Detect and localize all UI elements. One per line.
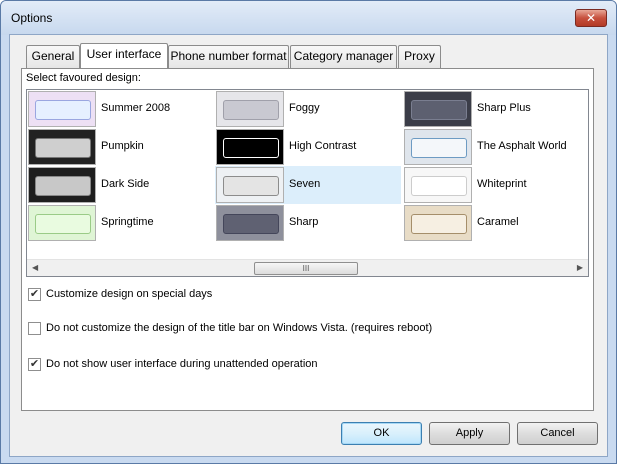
option-unattended[interactable]: ✔ Do not show user interface during unat…: [28, 356, 318, 372]
user-interface-panel: Select favoured design: Summer 2008 Fogg…: [21, 68, 594, 411]
tab-user-interface[interactable]: User interface: [80, 43, 168, 69]
scroll-left-icon[interactable]: ◀: [32, 263, 38, 272]
design-label: Sharp Plus: [477, 102, 531, 114]
design-thumbnail: [216, 129, 284, 165]
design-thumbnail: [404, 167, 472, 203]
design-thumbnail: [216, 167, 284, 203]
checkbox-title-bar-vista[interactable]: [28, 321, 41, 335]
window-title: Options: [11, 11, 53, 25]
design-thumbnail: [404, 205, 472, 241]
design-label: Pumpkin: [101, 140, 144, 152]
horizontal-scrollbar[interactable]: ◀ III ▶: [27, 259, 588, 276]
design-label: Springtime: [101, 216, 154, 228]
title-bar[interactable]: Options ✕: [1, 1, 616, 35]
design-item[interactable]: Sharp: [215, 204, 401, 242]
checkbox-unattended[interactable]: ✔: [28, 357, 41, 371]
design-thumbnail: [28, 91, 96, 127]
tab-general[interactable]: General: [26, 45, 80, 68]
design-label: Dark Side: [101, 178, 150, 190]
design-thumbnail: [28, 129, 96, 165]
design-item[interactable]: Whiteprint: [403, 166, 588, 204]
option-label: Do not show user interface during unatte…: [46, 358, 318, 370]
design-thumbnail: [216, 205, 284, 241]
design-thumbnail: [28, 205, 96, 241]
scroll-right-icon[interactable]: ▶: [577, 263, 583, 272]
design-label: Summer 2008: [101, 102, 171, 114]
design-item[interactable]: The Asphalt World: [403, 128, 588, 166]
tab-category-manager[interactable]: Category manager: [290, 45, 397, 68]
design-item[interactable]: Dark Side: [27, 166, 213, 204]
design-item[interactable]: High Contrast: [215, 128, 401, 166]
ok-button[interactable]: OK: [341, 422, 422, 445]
options-dialog: Options ✕ General User interface Phone n…: [0, 0, 617, 464]
option-title-bar-vista[interactable]: Do not customize the design of the title…: [28, 320, 432, 336]
apply-button[interactable]: Apply: [429, 422, 510, 445]
design-thumbnail: [28, 167, 96, 203]
scrollbar-thumb[interactable]: III: [254, 262, 358, 275]
option-label: Do not customize the design of the title…: [46, 322, 433, 334]
design-item[interactable]: Caramel: [403, 204, 588, 242]
design-label: Sharp: [289, 216, 319, 228]
design-label: Caramel: [477, 216, 519, 228]
design-item[interactable]: Foggy: [215, 90, 401, 128]
close-button[interactable]: ✕: [575, 9, 607, 27]
tab-phone-number-format[interactable]: Phone number format: [168, 45, 289, 68]
tab-proxy[interactable]: Proxy: [398, 45, 441, 68]
design-item-selected[interactable]: Seven: [215, 166, 401, 204]
design-label: Foggy: [289, 102, 320, 114]
design-label: The Asphalt World: [477, 140, 567, 152]
option-special-days[interactable]: ✔ Customize design on special days: [28, 286, 212, 302]
design-thumbnail: [216, 91, 284, 127]
design-item[interactable]: Summer 2008: [27, 90, 213, 128]
design-label: High Contrast: [289, 140, 357, 152]
close-icon: ✕: [585, 11, 597, 25]
design-thumbnail: [404, 129, 472, 165]
design-item[interactable]: Springtime: [27, 204, 213, 242]
design-item[interactable]: Pumpkin: [27, 128, 213, 166]
dialog-client-area: General User interface Phone number form…: [9, 34, 608, 457]
design-list[interactable]: Summer 2008 Foggy Sharp Plus Pumpkin Hig…: [26, 89, 589, 277]
design-label: Seven: [289, 178, 321, 190]
design-thumbnail: [404, 91, 472, 127]
design-label: Whiteprint: [477, 178, 527, 190]
option-label: Customize design on special days: [46, 288, 213, 300]
designs-label: Select favoured design:: [26, 72, 141, 84]
cancel-button[interactable]: Cancel: [517, 422, 598, 445]
design-item[interactable]: Sharp Plus: [403, 90, 588, 128]
checkbox-special-days[interactable]: ✔: [28, 287, 41, 301]
